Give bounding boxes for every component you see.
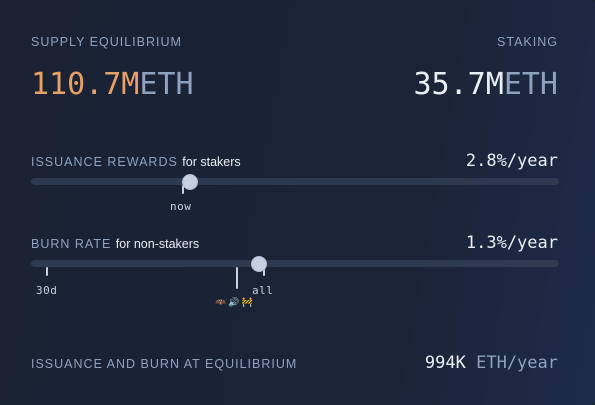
burn-rate-unit: /year (506, 233, 558, 253)
equilibrium-value: 994K ETH/year (425, 353, 558, 373)
burn-all-label: all (252, 284, 274, 297)
speaker-icon: 🔊 (228, 297, 240, 307)
issuance-slider-track[interactable] (31, 178, 559, 185)
burn-slider-thumb[interactable] (251, 256, 268, 272)
supply-equilibrium-label: SUPPLY EQUILIBRIUM (31, 35, 182, 49)
issuance-slider-thumb[interactable] (182, 174, 199, 190)
staking-label: STAKING (497, 35, 558, 49)
issuance-rewards-sublabel: for stakers (182, 155, 241, 169)
issuance-now-label: now (170, 200, 192, 213)
issuance-rewards-title: ISSUANCE REWARDS (31, 155, 178, 169)
equilibrium-amount: 994K (424, 353, 466, 373)
equilibrium-label: ISSUANCE AND BURN AT EQUILIBRIUM (31, 357, 298, 371)
staking-amount: 35.7METH (414, 70, 559, 100)
burn-rate-sublabel: for non-stakers (115, 237, 200, 251)
issuance-rate-unit: /year (506, 151, 558, 171)
burn-rate-label: BURN RATE for non-stakers (31, 237, 199, 251)
supply-amount: 110.7METH (31, 70, 194, 100)
burn-30d-tick (46, 267, 48, 276)
supply-equilibrium-card: SUPPLY EQUILIBRIUM STAKING 110.7METH 35.… (0, 0, 595, 405)
construction-icon: 🚧 (241, 297, 253, 307)
staking-amount-unit: ETH (503, 67, 558, 102)
burn-emoji-icons: 🦇 🔊 🚧 (215, 297, 255, 308)
burn-ultrasound-tick (236, 267, 238, 289)
staking-amount-value: 35.7M (413, 67, 504, 102)
burn-slider-track[interactable] (31, 260, 559, 267)
equilibrium-unit: ETH/year (476, 353, 558, 373)
issuance-rewards-label: ISSUANCE REWARDS for stakers (31, 155, 241, 169)
burn-rate-title: BURN RATE (31, 237, 112, 251)
issuance-rate-value: 2.8% (465, 151, 507, 171)
supply-amount-value: 110.7M (31, 67, 140, 102)
burn-rate-value: 1.3% (465, 233, 507, 253)
supply-amount-unit: ETH (139, 67, 194, 102)
burn-rate: 1.3%/year (466, 233, 558, 253)
issuance-rate: 2.8%/year (466, 151, 558, 171)
bat-icon: 🦇 (215, 297, 227, 307)
burn-30d-label: 30d (36, 284, 58, 297)
